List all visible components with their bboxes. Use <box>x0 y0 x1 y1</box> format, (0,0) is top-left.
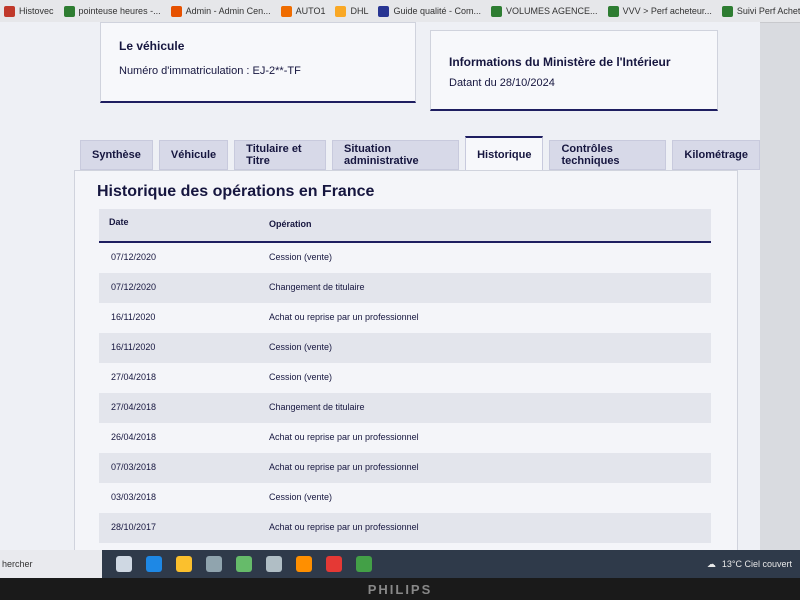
bookmark-favicon-icon <box>335 5 347 17</box>
row-operation: Achat ou reprise par un professionnel <box>269 522 419 532</box>
taskbar-search-text: hercher <box>2 559 33 569</box>
app-icon[interactable] <box>206 556 222 572</box>
bookmark-favicon-icon <box>721 5 733 17</box>
tab-kilometrage[interactable]: Kilométrage <box>672 140 760 170</box>
row-date: 03/03/2018 <box>111 492 157 502</box>
vehicle-card-title: Le véhicule <box>119 39 185 53</box>
monitor-bezel: PHILIPS <box>0 578 800 600</box>
tab-synthese[interactable]: Synthèse <box>80 140 153 170</box>
bookmark-item[interactable]: VVV > Perf acheteur... <box>607 5 712 17</box>
taskbar: hercher ☁ 13°C Ciel couvert <box>0 550 800 578</box>
weather-text: 13°C Ciel couvert <box>721 559 792 569</box>
bookmark-item[interactable]: Histovec <box>4 5 54 17</box>
system-tray: ☁ 13°C Ciel couvert <box>707 559 792 570</box>
chrome-icon[interactable] <box>176 556 192 572</box>
bookmark-item[interactable]: AUTO1 <box>280 5 326 17</box>
bookmark-favicon-icon <box>4 5 15 17</box>
row-date: 16/11/2020 <box>111 312 156 322</box>
tab-situation-administrative[interactable]: Situation administrative <box>332 140 460 170</box>
history-title: Historique des opérations en France <box>97 183 375 200</box>
app-icon[interactable] <box>266 556 282 572</box>
column-header-date: Date <box>109 217 129 227</box>
bookmark-label: Suivi Perf Acheteur... <box>736 6 800 16</box>
row-date: 27/04/2018 <box>111 402 157 412</box>
table-row: 03/03/2018 Cession (vente) <box>99 483 711 513</box>
bookmark-favicon-icon <box>491 5 503 17</box>
bookmark-item[interactable]: pointeuse heures -... <box>63 5 161 17</box>
tab-historique[interactable]: Historique <box>465 136 544 171</box>
tab-bar: Synthèse Véhicule Titulaire et Titre Situat… <box>80 136 760 171</box>
bookmark-label: Histovec <box>19 6 54 16</box>
bookmark-label: VOLUMES AGENCE... <box>506 6 598 16</box>
edge-icon[interactable] <box>146 556 162 572</box>
bookmark-item[interactable]: Guide qualité - Com... <box>378 5 482 17</box>
bookmark-label: VVV > Perf acheteur... <box>622 6 712 16</box>
table-row: 07/12/2020 Changement de titulaire <box>99 273 711 303</box>
history-table-body: 07/12/2020 Cession (vente) 07/12/2020 Chang… <box>99 243 711 543</box>
column-header-operation: Opération <box>269 219 312 229</box>
app-icon[interactable] <box>236 556 252 572</box>
bookmark-label: pointeuse heures -... <box>78 6 161 16</box>
table-row: 27/04/2018 Changement de titulaire <box>99 393 711 423</box>
row-date: 07/12/2020 <box>111 282 157 292</box>
row-operation: Achat ou reprise par un professionnel <box>269 432 419 442</box>
row-operation: Achat ou reprise par un professionnel <box>269 312 419 322</box>
row-operation: Changement de titulaire <box>269 402 365 412</box>
bookmark-item[interactable]: Admin - Admin Cen... <box>170 5 271 17</box>
row-date: 07/12/2020 <box>111 252 157 262</box>
opera-icon[interactable] <box>326 556 342 572</box>
table-row: 16/11/2020 Achat ou reprise par un profes… <box>99 303 711 333</box>
bookmark-label: Admin - Admin Cen... <box>185 6 271 16</box>
row-operation: Cession (vente) <box>269 492 333 502</box>
row-operation: Achat ou reprise par un professionnel <box>269 462 419 472</box>
table-row: 28/10/2017 Achat ou reprise par un profes… <box>99 513 711 543</box>
bookmark-favicon-icon <box>280 5 292 17</box>
taskbar-search[interactable]: hercher <box>0 550 102 578</box>
vehicle-card: Le véhicule Numéro d'immatriculation : E… <box>100 22 416 103</box>
table-row: 27/04/2018 Cession (vente) <box>99 363 711 393</box>
task-view-icon[interactable] <box>116 556 132 572</box>
row-operation: Cession (vente) <box>269 342 333 352</box>
row-date: 26/04/2018 <box>111 432 157 442</box>
row-date: 28/10/2017 <box>111 522 157 532</box>
bookmark-favicon-icon <box>170 5 182 17</box>
taskbar-apps <box>116 556 372 572</box>
ministry-card: Informations du Ministère de l'Intérieur… <box>430 30 718 111</box>
ministry-date: Datant du 28/10/2024 <box>449 77 555 89</box>
bookmark-label: Guide qualité - Com... <box>393 6 482 16</box>
bookmarks-bar: Histovec pointeuse heures -... Admin - Adm… <box>0 0 800 23</box>
tab-titulaire-et-titre[interactable]: Titulaire et Titre <box>234 140 327 170</box>
row-operation: Cession (vente) <box>269 252 333 262</box>
row-date: 27/04/2018 <box>111 372 157 382</box>
row-date: 07/03/2018 <box>111 462 157 472</box>
app-icon[interactable] <box>296 556 312 572</box>
chrome-icon[interactable] <box>356 556 372 572</box>
table-header: Date Opération <box>99 209 711 243</box>
page-content: Le véhicule Numéro d'immatriculation : E… <box>0 22 760 550</box>
monitor-brand: PHILIPS <box>367 581 433 597</box>
row-operation: Changement de titulaire <box>269 282 365 292</box>
bookmark-item[interactable]: VOLUMES AGENCE... <box>491 5 598 17</box>
table-row: 26/04/2018 Achat ou reprise par un profes… <box>99 423 711 453</box>
bookmark-favicon-icon <box>63 5 75 17</box>
tab-vehicule[interactable]: Véhicule <box>158 140 229 170</box>
registration-number: Numéro d'immatriculation : EJ-2**-TF <box>119 65 301 77</box>
row-date: 16/11/2020 <box>111 342 156 352</box>
row-operation: Cession (vente) <box>269 372 333 382</box>
bookmark-label: AUTO1 <box>295 6 326 16</box>
table-row: 16/11/2020 Cession (vente) <box>99 333 711 363</box>
tab-controles-techniques[interactable]: Contrôles techniques <box>549 140 667 170</box>
bookmark-item[interactable]: DHL <box>335 5 369 17</box>
bookmark-favicon-icon <box>607 5 619 17</box>
history-panel: Historique des opérations en France Date… <box>74 170 738 550</box>
ministry-card-title: Informations du Ministère de l'Intérieur <box>449 55 671 69</box>
bookmark-item[interactable]: Suivi Perf Acheteur... <box>721 5 800 17</box>
table-row: 07/12/2020 Cession (vente) <box>99 243 711 273</box>
cloud-icon: ☁ <box>706 558 716 569</box>
table-row: 07/03/2018 Achat ou reprise par un profes… <box>99 453 711 483</box>
bookmark-favicon-icon <box>378 5 390 17</box>
bookmark-label: DHL <box>350 6 369 16</box>
